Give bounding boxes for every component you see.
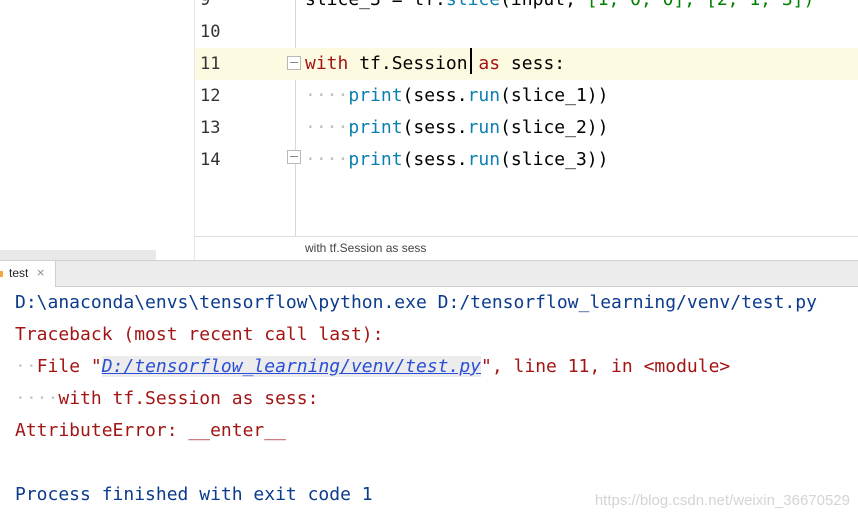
- run-console[interactable]: D:\anaconda\envs\tensorflow\python.exe D…: [0, 287, 858, 519]
- code-token: (slice_2)): [500, 117, 609, 138]
- code-line[interactable]: with tf.Session as sess:: [305, 48, 565, 80]
- code-token: (slice_1)): [500, 85, 609, 106]
- indent-dots: ··: [15, 356, 37, 377]
- breadcrumb[interactable]: with tf.Session as sess: [305, 241, 426, 255]
- code-token: tf.: [413, 0, 446, 10]
- code-token: slice_3: [305, 0, 381, 10]
- watermark: https://blog.csdn.net/weixin_36670529: [594, 492, 850, 509]
- code-line[interactable]: ····print(sess.run(slice_1)): [305, 80, 608, 112]
- code-line[interactable]: ····print(sess.run(slice_2)): [305, 112, 608, 144]
- code-token: slice: [446, 0, 500, 10]
- tab-label: test: [9, 266, 29, 280]
- run-tool-window-tabs: test ×: [0, 260, 858, 287]
- horizontal-scrollbar[interactable]: [0, 250, 156, 260]
- code-token: (sess.: [402, 85, 468, 106]
- source-text: with tf.Session as sess:: [58, 388, 319, 409]
- code-token: print: [348, 117, 403, 138]
- code-token: sess:: [500, 53, 566, 74]
- indent-dots: ····: [15, 388, 59, 409]
- line-number: 14: [200, 150, 221, 170]
- file-link[interactable]: D:/tensorflow_learning/venv/test.py: [101, 356, 482, 377]
- code-line[interactable]: slice_3 = tf.slice(input, [1, 0, 0], [2,…: [305, 0, 814, 16]
- line-number: 10: [200, 22, 221, 42]
- code-token: ····: [305, 149, 349, 170]
- code-token: (input,: [500, 0, 576, 10]
- text-caret: [470, 48, 472, 74]
- code-token: print: [348, 149, 403, 170]
- file-suffix: ", line 11, in <module>: [481, 356, 731, 377]
- code-token: =: [381, 0, 414, 10]
- code-token: with: [305, 53, 349, 74]
- console-error-line: AttributeError: __enter__: [15, 420, 286, 441]
- fold-collapse-icon[interactable]: [287, 56, 301, 70]
- code-token: [1, 0, 0], [2, 1, 3]): [576, 0, 815, 10]
- console-command-line: D:\anaconda\envs\tensorflow\python.exe D…: [15, 292, 817, 313]
- python-run-icon: [0, 271, 3, 277]
- console-file-line: ··File "D:/tensorflow_learning/venv/test…: [15, 351, 730, 383]
- code-editor[interactable]: 9 slice_3 = tf.slice(input, [1, 0, 0], […: [0, 0, 858, 260]
- line-number: 12: [200, 86, 221, 106]
- code-token: (sess.: [402, 149, 468, 170]
- console-traceback-header: Traceback (most recent call last):: [15, 324, 384, 345]
- code-token: (sess.: [402, 117, 468, 138]
- line-number: 13: [200, 118, 221, 138]
- file-prefix: File ": [36, 356, 102, 377]
- code-token: tf.Session: [348, 53, 468, 74]
- close-icon[interactable]: ×: [36, 266, 45, 279]
- code-token: run: [467, 149, 501, 170]
- code-line[interactable]: ····print(sess.run(slice_3)): [305, 144, 608, 176]
- console-exit-message: Process finished with exit code 1: [15, 484, 373, 505]
- code-token: ····: [305, 85, 349, 106]
- code-token: print: [348, 85, 403, 106]
- fold-guide: [295, 0, 296, 236]
- tab-test[interactable]: test ×: [0, 261, 56, 287]
- breadcrumb-bar: with tf.Session as sess: [195, 236, 858, 260]
- project-panel: [0, 0, 195, 260]
- code-token: ····: [305, 117, 349, 138]
- line-number: 11: [200, 54, 221, 74]
- code-token: run: [467, 117, 501, 138]
- code-token: as: [467, 53, 501, 74]
- fold-end-icon[interactable]: [287, 150, 301, 164]
- code-token: (slice_3)): [500, 149, 609, 170]
- line-number: 9: [200, 0, 211, 10]
- console-source-line: ····with tf.Session as sess:: [15, 383, 318, 415]
- code-token: run: [467, 85, 501, 106]
